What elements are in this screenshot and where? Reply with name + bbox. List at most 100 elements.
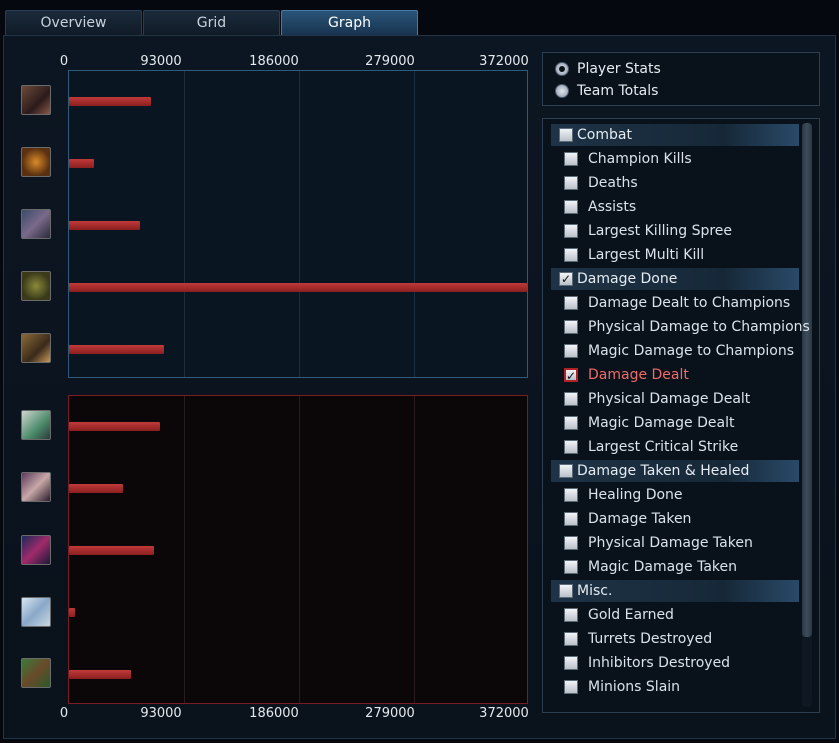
gridline	[414, 396, 415, 703]
stat-checkbox[interactable]	[564, 488, 578, 502]
stat-checkbox[interactable]	[564, 680, 578, 694]
bar	[69, 221, 140, 230]
section-checkbox[interactable]: ✓	[559, 272, 573, 286]
stat-checkbox[interactable]	[564, 536, 578, 550]
team-totals-option[interactable]: Team Totals	[555, 81, 658, 101]
stat-option[interactable]: Largest Killing Spree	[564, 220, 732, 242]
stat-checkbox[interactable]	[564, 176, 578, 190]
bottom-axis: 0 93000 186000 279000 372000	[0, 706, 540, 722]
radio-label: Team Totals	[577, 83, 659, 99]
section-checkbox[interactable]	[559, 464, 573, 478]
stat-checkbox[interactable]	[564, 320, 578, 334]
gridline	[299, 71, 300, 377]
tab-overview[interactable]: Overview	[5, 10, 142, 36]
stat-checkbox[interactable]	[564, 416, 578, 430]
stat-option[interactable]: Magic Damage to Champions	[564, 340, 794, 362]
stat-option[interactable]: Damage Dealt to Champions	[564, 292, 790, 314]
stat-label: Largest Killing Spree	[588, 223, 733, 239]
champion-portrait[interactable]	[21, 410, 51, 440]
axis-tick: 186000	[249, 54, 299, 69]
section-header[interactable]: ✓ Damage Done	[551, 268, 799, 290]
stat-option[interactable]: Turrets Destroyed	[564, 628, 712, 650]
stat-label: Champion Kills	[588, 151, 692, 167]
player-stats-option[interactable]: Player Stats	[555, 59, 661, 79]
section-header[interactable]: Damage Taken & Healed	[551, 460, 799, 482]
bar	[69, 422, 160, 431]
stat-checkbox[interactable]	[564, 560, 578, 574]
top-axis: 0 93000 186000 279000 372000	[0, 54, 540, 70]
bar	[69, 670, 131, 679]
stat-option[interactable]: Assists	[564, 196, 636, 218]
section-checkbox[interactable]	[559, 584, 573, 598]
champion-portrait[interactable]	[21, 333, 51, 363]
gridline	[299, 396, 300, 703]
stat-label: Largest Critical Strike	[588, 439, 739, 455]
champion-portrait[interactable]	[21, 147, 51, 177]
view-mode-box: Player Stats Team Totals	[542, 52, 820, 106]
stat-option[interactable]: Largest Critical Strike	[564, 436, 738, 458]
stat-option[interactable]: Physical Damage to Champions	[564, 316, 810, 338]
stat-option[interactable]: Inhibitors Destroyed	[564, 652, 730, 674]
stat-option[interactable]: Physical Damage Dealt	[564, 388, 750, 410]
stat-checkbox[interactable]	[564, 224, 578, 238]
stat-checkbox[interactable]	[564, 608, 578, 622]
stat-label: Magic Damage Dealt	[588, 415, 735, 431]
stat-label: Magic Damage to Champions	[588, 343, 794, 359]
stat-option[interactable]: Gold Earned	[564, 604, 674, 626]
stat-option[interactable]: Healing Done	[564, 484, 683, 506]
stat-checkbox[interactable]	[564, 392, 578, 406]
stat-option[interactable]: Damage Taken	[564, 508, 691, 530]
stat-checkbox[interactable]	[564, 248, 578, 262]
stat-checkbox[interactable]	[564, 512, 578, 526]
gridline	[184, 71, 185, 377]
radio-button[interactable]	[555, 62, 569, 76]
stat-option[interactable]: ✓ Damage Dealt	[564, 364, 689, 386]
radio-label: Player Stats	[577, 61, 661, 77]
section-header[interactable]: Misc.	[551, 580, 799, 602]
stat-label: Magic Damage Taken	[588, 559, 738, 575]
stat-option[interactable]: Minions Slain	[564, 676, 680, 698]
champion-portrait[interactable]	[21, 85, 51, 115]
bar	[69, 608, 75, 617]
champion-portrait[interactable]	[21, 658, 51, 688]
champion-portrait[interactable]	[21, 535, 51, 565]
red-team-chart	[68, 395, 528, 704]
axis-tick: 186000	[249, 706, 299, 721]
stat-checkbox[interactable]	[564, 200, 578, 214]
bar	[69, 97, 151, 106]
stat-checkbox[interactable]	[564, 344, 578, 358]
stat-checkbox[interactable]	[564, 440, 578, 454]
stat-checkbox[interactable]	[564, 632, 578, 646]
gridline	[184, 396, 185, 703]
radio-button[interactable]	[555, 84, 569, 98]
champion-portrait[interactable]	[21, 597, 51, 627]
section-label: Combat	[577, 127, 632, 143]
axis-tick: 93000	[140, 54, 182, 69]
axis-tick: 0	[59, 706, 69, 721]
stat-checkbox[interactable]	[564, 296, 578, 310]
stat-option[interactable]: Largest Multi Kill	[564, 244, 704, 266]
stat-checkbox[interactable]	[564, 656, 578, 670]
stat-option[interactable]: Magic Damage Dealt	[564, 412, 734, 434]
champion-portrait[interactable]	[21, 271, 51, 301]
section-checkbox[interactable]	[559, 128, 573, 142]
stat-option[interactable]: Magic Damage Taken	[564, 556, 737, 578]
stat-option[interactable]: Deaths	[564, 172, 638, 194]
stat-checkbox[interactable]	[564, 152, 578, 166]
stat-label: Largest Multi Kill	[588, 247, 705, 263]
stat-label: Physical Damage to Champions	[588, 319, 810, 335]
section-label: Damage Done	[577, 271, 678, 287]
stat-option[interactable]: Champion Kills	[564, 148, 692, 170]
stat-option[interactable]: Physical Damage Taken	[564, 532, 753, 554]
tab-grid[interactable]: Grid	[143, 10, 280, 36]
stat-list: Combat Champion Kills Deaths Assists Largest…	[542, 118, 820, 713]
stat-label: Gold Earned	[588, 607, 674, 623]
stat-label: Damage Dealt to Champions	[588, 295, 791, 311]
scrollbar-thumb[interactable]	[802, 123, 812, 637]
axis-tick: 372000	[479, 706, 529, 721]
section-header[interactable]: Combat	[551, 124, 799, 146]
champion-portrait[interactable]	[21, 209, 51, 239]
tab-graph[interactable]: Graph	[281, 10, 418, 36]
champion-portrait[interactable]	[21, 472, 51, 502]
stat-checkbox[interactable]: ✓	[564, 368, 578, 382]
